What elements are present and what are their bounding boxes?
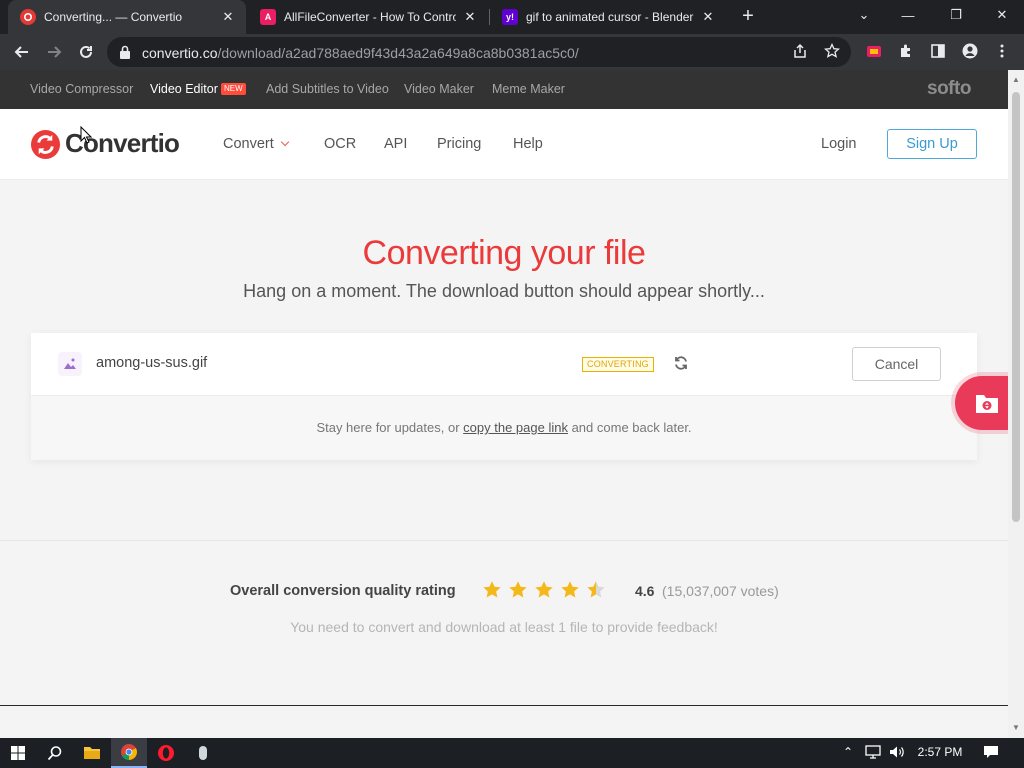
file-explorer-icon[interactable] <box>74 738 110 768</box>
url-path: /download/a2ad788aed9f43d43a2a649a8ca8b0… <box>217 45 579 61</box>
close-tab-icon[interactable]: ✕ <box>700 9 716 25</box>
softo-link-video-maker[interactable]: Video Maker <box>404 82 474 96</box>
tab-convertio[interactable]: Converting... — Convertio ✕ <box>8 0 246 34</box>
allfileconverter-favicon-icon: A <box>260 9 276 25</box>
nav-convert-label: Convert <box>223 136 274 152</box>
rating-star-icon <box>509 581 527 598</box>
tab-title: gif to animated cursor - Blender <box>526 10 694 24</box>
profile-avatar-icon[interactable] <box>961 43 979 61</box>
browser-toolbar: convertio.co/download/a2ad788aed9f43d43a… <box>0 34 1024 70</box>
signup-button[interactable]: Sign Up <box>887 129 977 159</box>
close-tab-icon[interactable]: ✕ <box>220 9 236 25</box>
convertio-logo-icon[interactable] <box>30 129 61 160</box>
lock-icon <box>120 45 130 59</box>
nav-pricing[interactable]: Pricing <box>437 136 481 152</box>
rating-label: Overall conversion quality rating <box>230 583 456 599</box>
page-title: Converting your file <box>362 234 646 272</box>
stay-here-text: Stay here for updates, or copy the page … <box>31 420 977 435</box>
share-icon[interactable] <box>791 43 809 61</box>
status-badge: CONVERTING <box>582 357 654 372</box>
page-viewport: Video Compressor Video Editor NEW Add Su… <box>0 70 1008 706</box>
cancel-button[interactable]: Cancel <box>852 347 941 381</box>
new-tab-button[interactable]: + <box>737 5 759 27</box>
forward-arrow-icon[interactable] <box>40 38 68 66</box>
softo-link-video-editor[interactable]: Video Editor <box>150 82 218 96</box>
tab-search-icon[interactable]: ⌄ <box>840 0 888 30</box>
feedback-note: You need to convert and download at leas… <box>290 619 718 635</box>
rating-star-icon <box>587 581 605 598</box>
scroll-down-icon[interactable]: ▼ <box>1008 720 1024 736</box>
page-subtitle: Hang on a moment. The download button sh… <box>243 281 765 301</box>
close-window-button[interactable]: ✕ <box>978 0 1024 30</box>
nav-convert[interactable]: Convert <box>223 136 290 152</box>
copy-page-link[interactable]: copy the page link <box>463 420 568 435</box>
converting-spinner-icon <box>675 356 687 370</box>
footer-text-before: Stay here for updates, or <box>316 420 460 435</box>
new-badge: NEW <box>221 83 246 95</box>
section-divider <box>0 540 1008 541</box>
chevron-down-icon <box>280 137 290 147</box>
convertio-favicon-icon <box>20 9 36 25</box>
card-footer: Stay here for updates, or copy the page … <box>31 396 977 460</box>
windows-start-icon[interactable] <box>0 738 36 768</box>
side-panel-icon[interactable] <box>929 43 947 61</box>
windows-taskbar: ⌃ 2:57 PM <box>0 738 1024 768</box>
url-text: convertio.co/download/a2ad788aed9f43d43a… <box>142 45 579 61</box>
file-conversion-card: among-us-sus.gif CONVERTING Cancel Stay … <box>31 333 977 460</box>
nav-api[interactable]: API <box>384 136 407 152</box>
browser-menu-icon[interactable] <box>993 43 1011 61</box>
tab-title: Converting... — Convertio <box>44 10 183 24</box>
network-icon[interactable] <box>865 745 881 762</box>
footer-text-after: and come back later. <box>571 420 692 435</box>
rating-star-icon <box>483 581 501 598</box>
scroll-up-icon[interactable]: ▲ <box>1008 72 1024 88</box>
restore-button[interactable]: ❐ <box>932 0 980 30</box>
url-host: convertio.co <box>142 45 218 61</box>
site-header: Convertio Convert OCR API Pricing Help L… <box>0 109 1008 180</box>
image-file-icon <box>58 352 82 376</box>
nav-ocr[interactable]: OCR <box>324 136 356 152</box>
file-name: among-us-sus.gif <box>96 355 208 371</box>
tab-yahoo-search[interactable]: y! gif to animated cursor - Blender ✕ <box>490 0 726 34</box>
mouse-cursor-icon <box>80 126 92 144</box>
softo-logo[interactable]: softo <box>927 78 971 100</box>
rating-star-icon <box>561 581 579 598</box>
rating-stars <box>482 580 612 600</box>
nav-help[interactable]: Help <box>513 136 543 152</box>
softo-link-add-subtitles[interactable]: Add Subtitles to Video <box>266 82 389 96</box>
search-icon[interactable] <box>37 738 73 768</box>
softo-link-meme-maker[interactable]: Meme Maker <box>492 82 565 96</box>
tab-allfileconverter[interactable]: A AllFileConverter - How To Contro ✕ <box>248 0 488 34</box>
minimize-button[interactable]: — <box>884 0 932 30</box>
login-link[interactable]: Login <box>821 136 856 152</box>
reload-icon[interactable] <box>72 38 100 66</box>
browser-tab-strip: Converting... — Convertio ✕ A AllFileCon… <box>0 0 1024 34</box>
tab-title: AllFileConverter - How To Contro <box>284 10 456 24</box>
close-tab-icon[interactable]: ✕ <box>462 9 478 25</box>
floating-folder-button[interactable] <box>955 376 1008 430</box>
notifications-icon[interactable] <box>983 745 999 762</box>
volume-icon[interactable] <box>889 745 905 762</box>
show-hidden-icons-icon[interactable]: ⌃ <box>843 745 853 759</box>
taskbar-clock[interactable]: 2:57 PM <box>912 745 968 759</box>
opera-icon[interactable] <box>148 738 184 768</box>
scrollbar-thumb[interactable] <box>1012 92 1020 522</box>
address-bar[interactable]: convertio.co/download/a2ad788aed9f43d43a… <box>107 37 851 67</box>
rating-value: 4.6 <box>635 583 655 599</box>
bookmark-star-icon[interactable] <box>823 42 841 61</box>
yahoo-favicon-icon: y! <box>502 9 518 25</box>
chrome-icon[interactable] <box>111 738 147 768</box>
allfileconverter-extension-icon[interactable] <box>865 43 883 61</box>
rating-votes: (15,037,007 votes) <box>662 583 779 599</box>
folder-icon <box>976 395 998 413</box>
extensions-puzzle-icon[interactable] <box>897 43 915 61</box>
app-icon[interactable] <box>185 738 221 768</box>
rating-star-icon <box>535 581 553 598</box>
softo-top-bar: Video Compressor Video Editor NEW Add Su… <box>0 70 1008 109</box>
dark-footer-section <box>0 705 1008 706</box>
file-row: among-us-sus.gif CONVERTING Cancel <box>31 333 977 396</box>
back-arrow-icon[interactable] <box>8 38 36 66</box>
softo-link-video-compressor[interactable]: Video Compressor <box>30 82 133 96</box>
page-scrollbar[interactable]: ▲ ▼ <box>1008 70 1024 738</box>
